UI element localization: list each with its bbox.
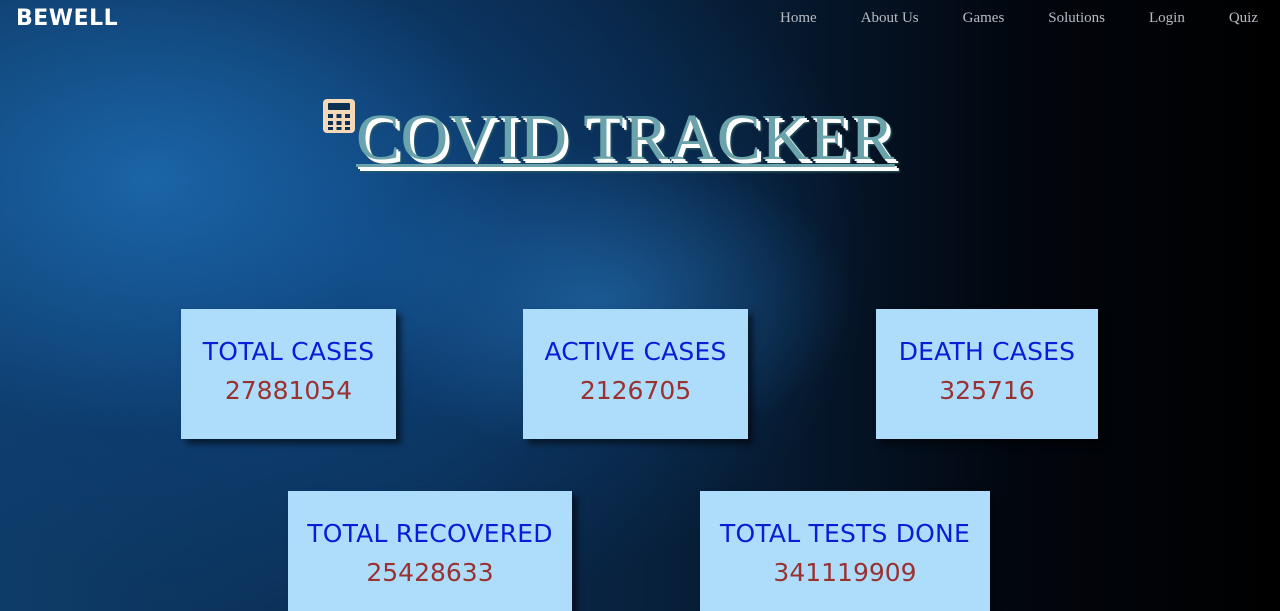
stat-card-active-cases: ACTIVE CASES 2126705 xyxy=(523,309,748,439)
stat-value: 27881054 xyxy=(224,376,353,405)
stat-label: TOTAL CASES xyxy=(202,337,375,366)
stat-label: ACTIVE CASES xyxy=(544,337,727,366)
stat-value: 341119909 xyxy=(773,558,917,587)
nav-link-solutions[interactable]: Solutions xyxy=(1048,10,1105,27)
stat-value: 325716 xyxy=(939,376,1035,405)
page-title: COVID TRACKER xyxy=(356,101,895,174)
nav-link-home[interactable]: Home xyxy=(780,10,817,27)
stat-label: TOTAL TESTS DONE xyxy=(720,519,970,548)
brand-logo[interactable]: BEWELL xyxy=(16,6,118,31)
stat-label: TOTAL RECOVERED xyxy=(307,519,553,548)
stat-value: 2126705 xyxy=(579,376,692,405)
calculator-icon xyxy=(323,99,355,133)
stat-value: 25428633 xyxy=(366,558,494,587)
stat-label: DEATH CASES xyxy=(898,337,1076,366)
stat-card-death-cases: DEATH CASES 325716 xyxy=(876,309,1098,439)
nav-link-quiz[interactable]: Quiz xyxy=(1229,10,1258,27)
stat-card-total-recovered: TOTAL RECOVERED 25428633 xyxy=(288,491,572,611)
stat-card-total-cases: TOTAL CASES 27881054 xyxy=(181,309,396,439)
navbar: BEWELL Home About Us Games Solutions Log… xyxy=(0,0,1280,40)
nav-link-about-us[interactable]: About Us xyxy=(861,10,919,27)
nav-link-games[interactable]: Games xyxy=(963,10,1005,27)
stat-card-total-tests: TOTAL TESTS DONE 341119909 xyxy=(700,491,990,611)
nav-links: Home About Us Games Solutions Login Quiz xyxy=(736,10,1280,27)
page-header: COVID TRACKER xyxy=(322,98,962,188)
nav-link-login[interactable]: Login xyxy=(1149,10,1185,27)
